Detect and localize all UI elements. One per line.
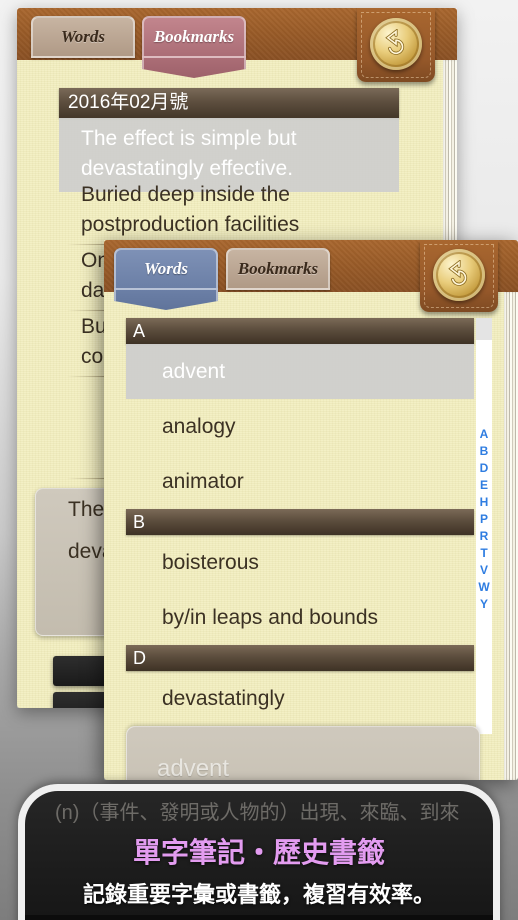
undo-arrow-icon — [448, 260, 468, 286]
alphabet-index-letter[interactable]: T — [480, 545, 487, 562]
caption-subtitle: 記錄重要字彙或書籤，複習有效率。 — [82, 882, 435, 907]
alphabet-index-letter[interactable]: A — [480, 426, 489, 443]
alphabet-index-letter[interactable]: P — [480, 511, 488, 528]
alphabet-index-letter[interactable]: V — [480, 562, 488, 579]
section-header-a: A — [126, 318, 474, 344]
list-item[interactable]: boisterous — [126, 535, 474, 590]
phone-overlay: (n)（事件、發明或人物的）出現、來臨、到來 單字筆記‧歷史書籤 記錄重要字彙或… — [18, 784, 500, 920]
alphabet-index-letter[interactable]: Y — [480, 596, 488, 613]
alphabet-index[interactable]: ABDEHPRTVWY — [476, 426, 492, 613]
alphabet-index-letter[interactable]: D — [480, 460, 489, 477]
front-tab-bookmarks[interactable]: Bookmarks — [226, 248, 330, 290]
bottom-toolbar: ✂ 🗑 — [25, 915, 493, 920]
section-header-b: B — [126, 509, 474, 535]
word-definition: (n)（事件、發明或人物的）出現、來臨、到來 — [55, 802, 460, 824]
rear-tab-words-label: Words — [60, 27, 106, 46]
alphabet-index-letter[interactable]: W — [478, 579, 489, 596]
list-item[interactable]: advent — [126, 344, 474, 399]
section-header-d: D — [126, 645, 474, 671]
alphabet-index-letter[interactable]: R — [480, 528, 489, 545]
alphabet-index-letter[interactable]: B — [480, 443, 489, 460]
front-back-button[interactable] — [433, 249, 485, 301]
alphabet-index-letter[interactable]: H — [480, 494, 489, 511]
front-tab-bookmarks-label: Bookmarks — [237, 259, 319, 278]
alphabet-index-letter[interactable]: E — [480, 477, 488, 494]
list-item[interactable]: by/in leaps and bounds — [126, 590, 474, 645]
word-detail-card[interactable]: advent — [126, 726, 480, 780]
word-detail-title: advent — [157, 755, 230, 780]
list-item[interactable]: animator — [126, 454, 474, 509]
issue-header: 2016年02月號 — [59, 88, 399, 118]
rear-back-button[interactable] — [370, 18, 422, 70]
rear-tab-bookmarks[interactable]: Bookmarks — [142, 16, 246, 78]
words-panel: Words Bookmarks A advent analogy animato… — [104, 240, 518, 780]
front-tab-words[interactable]: Words — [114, 248, 218, 310]
caption-title: 單字筆記‧歷史書籤 — [132, 837, 385, 868]
front-page-edges — [504, 292, 518, 780]
list-item[interactable]: analogy — [126, 399, 474, 454]
list-item[interactable]: Buried deep inside the postproduction fa… — [81, 180, 401, 240]
rear-tab-bookmarks-label: Bookmarks — [153, 27, 235, 46]
scrollbar-thumb[interactable] — [476, 318, 492, 340]
rear-tab-words[interactable]: Words — [31, 16, 135, 58]
undo-arrow-icon — [385, 29, 405, 55]
front-tab-words-label: Words — [143, 259, 189, 278]
list-item[interactable]: devastatingly — [126, 671, 474, 726]
word-list: A advent analogy animator B boisterous b… — [126, 318, 474, 726]
